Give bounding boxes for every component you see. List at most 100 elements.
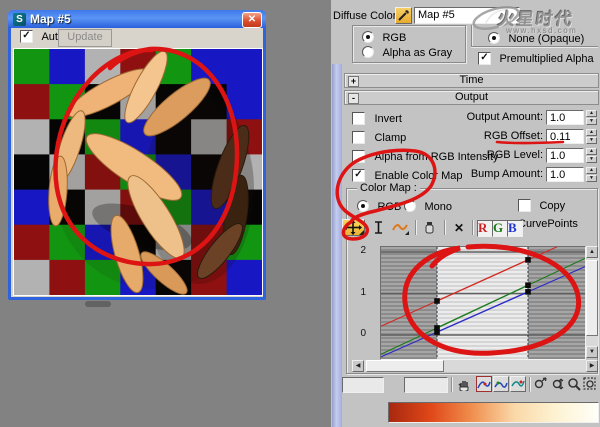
spinner-arrows[interactable]: ▲ ▼ bbox=[586, 129, 597, 145]
spin-up-icon[interactable]: ▲ bbox=[586, 148, 597, 155]
collapse-icon[interactable]: - bbox=[348, 93, 359, 104]
spinner-label: RGB Level: bbox=[486, 149, 543, 161]
magnifier-icon bbox=[568, 378, 581, 391]
spin-down-icon[interactable]: ▼ bbox=[586, 137, 597, 144]
rollout-output[interactable]: - Output bbox=[344, 90, 599, 105]
checker-sphere-image bbox=[14, 49, 262, 295]
map-render-area bbox=[13, 48, 263, 296]
add-point-icon bbox=[392, 224, 409, 235]
show-red-curve-button[interactable]: R bbox=[477, 220, 493, 237]
window-title: Map #5 bbox=[30, 12, 71, 26]
spin-up-icon[interactable]: ▲ bbox=[586, 110, 597, 117]
rollout-time[interactable]: + Time bbox=[344, 73, 599, 88]
move-icon bbox=[344, 220, 364, 235]
radio-none-opaque[interactable]: None (Opaque) bbox=[488, 29, 584, 47]
spinner-arrows[interactable]: ▲ ▼ bbox=[586, 110, 597, 126]
eyedropper-icon bbox=[398, 10, 409, 21]
spinner-value-field[interactable]: 0.11 bbox=[546, 129, 584, 144]
curve-chart bbox=[381, 247, 585, 359]
spin-up-icon[interactable]: ▲ bbox=[586, 129, 597, 136]
curve-extents-v-icon bbox=[511, 380, 525, 387]
curve-extents-icon bbox=[477, 381, 491, 389]
update-button[interactable]: Update bbox=[58, 29, 112, 47]
show-blue-curve-button[interactable]: B bbox=[507, 220, 523, 237]
auto-checkbox[interactable] bbox=[20, 30, 33, 44]
scroll-left-icon[interactable]: ◀ bbox=[352, 360, 364, 372]
show-green-curve-button[interactable]: G bbox=[492, 220, 508, 237]
radio-colormap-rgb[interactable]: RGB bbox=[357, 197, 401, 215]
scroll-right-icon[interactable]: ▶ bbox=[586, 360, 598, 372]
zoom-v-icon bbox=[552, 378, 564, 390]
vscroll-thumb[interactable] bbox=[586, 260, 598, 336]
spinner-arrows[interactable]: ▲ ▼ bbox=[586, 148, 597, 164]
delete-point-button[interactable] bbox=[421, 219, 438, 236]
toolbar-separator bbox=[444, 220, 445, 235]
radio-dot bbox=[488, 31, 500, 44]
radio-dot bbox=[357, 199, 369, 212]
radio-dot bbox=[404, 199, 416, 212]
zoom-horiz-extents-button[interactable] bbox=[493, 376, 509, 392]
spin-down-icon[interactable]: ▼ bbox=[586, 175, 597, 182]
scale-point-button[interactable] bbox=[370, 219, 387, 236]
window-titlebar[interactable]: S Map #5 ✕ bbox=[8, 10, 266, 28]
point-y-field[interactable] bbox=[404, 377, 448, 393]
zoom-region-button[interactable] bbox=[582, 376, 598, 392]
spin-down-icon[interactable]: ▼ bbox=[586, 156, 597, 163]
zoom-horizontal-button[interactable] bbox=[532, 376, 549, 392]
hscroll-thumb[interactable] bbox=[366, 360, 444, 372]
curve-extents-h-icon bbox=[494, 381, 508, 388]
zoom-vertical-button[interactable] bbox=[550, 376, 567, 392]
checkbox-box bbox=[518, 199, 531, 213]
map-name-field[interactable]: Map #5 bbox=[414, 7, 520, 24]
zoom-button[interactable] bbox=[566, 376, 582, 392]
panel-scrollbar[interactable] bbox=[332, 64, 342, 427]
zoom-extents-button[interactable] bbox=[476, 376, 492, 392]
zoom-region-icon bbox=[583, 377, 596, 390]
close-icon[interactable]: ✕ bbox=[242, 12, 262, 28]
spin-up-icon[interactable]: ▲ bbox=[586, 167, 597, 174]
scale-point-icon bbox=[375, 221, 382, 234]
spinner-arrows[interactable]: ▲ ▼ bbox=[586, 167, 597, 183]
radio-alpha-as-gray[interactable]: Alpha as Gray bbox=[362, 43, 452, 61]
radio-dot bbox=[362, 30, 374, 43]
point-x-field[interactable] bbox=[342, 377, 384, 393]
pick-map-button[interactable] bbox=[395, 7, 412, 24]
diffuse-color-label: Diffuse Color: bbox=[333, 10, 400, 22]
expand-icon[interactable]: + bbox=[348, 76, 359, 87]
toolbar-separator bbox=[451, 377, 452, 392]
checkbox-box bbox=[352, 131, 365, 145]
app-logo-icon: S bbox=[13, 12, 26, 26]
move-point-button[interactable] bbox=[342, 219, 365, 236]
premultiplied-alpha-checkbox[interactable]: Premultiplied Alpha bbox=[478, 50, 594, 68]
output-gradient-preview bbox=[388, 402, 599, 423]
clamp-checkbox[interactable]: Clamp bbox=[352, 129, 406, 147]
group-border bbox=[471, 25, 472, 47]
checkbox-box bbox=[478, 52, 491, 66]
spinner-label: RGB Offset: bbox=[483, 130, 543, 142]
spinner-value-field[interactable]: 1.0 bbox=[546, 167, 584, 182]
toolbar-separator bbox=[529, 377, 530, 392]
pan-button[interactable] bbox=[456, 376, 474, 392]
map-preview-window: S Map #5 ✕ Auto Update bbox=[8, 10, 266, 300]
scroll-down-icon[interactable]: ▼ bbox=[586, 346, 598, 358]
zoom-value-extents-button[interactable] bbox=[510, 376, 526, 392]
toolbar-separator bbox=[472, 220, 473, 235]
spinner-value-field[interactable]: 1.0 bbox=[546, 110, 584, 125]
spinner-label: Output Amount: bbox=[466, 111, 543, 123]
invert-checkbox[interactable]: Invert bbox=[352, 110, 402, 128]
curve-editor-plot[interactable] bbox=[380, 246, 586, 360]
copy-curvepoints-checkbox[interactable]: Copy CurvePoints bbox=[518, 197, 600, 233]
radio-colormap-mono[interactable]: Mono bbox=[404, 197, 452, 215]
scroll-up-icon[interactable]: ▲ bbox=[586, 246, 598, 258]
spinner-value-field[interactable]: 1.0 bbox=[546, 148, 584, 163]
y-tick-label: 2 bbox=[360, 245, 366, 256]
reset-curves-button[interactable]: ✕ bbox=[450, 219, 468, 236]
spin-down-icon[interactable]: ▼ bbox=[586, 118, 597, 125]
toolbar-separator bbox=[415, 220, 416, 235]
spinner-label: Bump Amount: bbox=[470, 168, 543, 180]
y-tick-label: 0 bbox=[360, 328, 366, 339]
checkbox-box bbox=[352, 112, 365, 126]
color-map-group-label: Color Map : bbox=[357, 182, 420, 194]
eraser-icon bbox=[425, 222, 434, 234]
add-point-button[interactable] bbox=[390, 219, 410, 236]
